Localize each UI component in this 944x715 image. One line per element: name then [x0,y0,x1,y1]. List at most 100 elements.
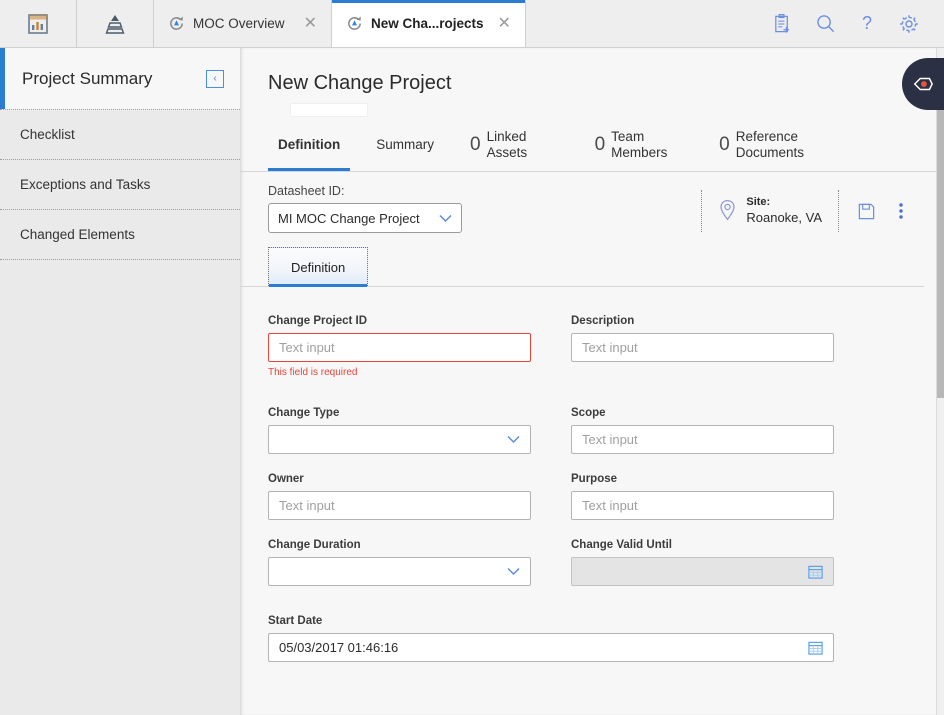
tab-summary[interactable]: Summary [358,119,452,171]
tab-label: MOC Overview [193,16,285,31]
scrollbar-thumb[interactable] [937,68,944,398]
page-title: New Change Project [268,72,452,94]
datasheet-row: Datasheet ID: MI MOC Change Project Site… [240,172,936,233]
field-change-project-id: Change Project ID Text input This field … [268,315,531,378]
tab-definition[interactable]: Definition [260,119,358,171]
tab-label: Summary [376,137,435,153]
field-change-type: Change Type [268,407,531,454]
insight-eye-icon [912,75,934,93]
site-indicator[interactable]: Site: Roanoke, VA [701,190,839,232]
main-tab-strip: Definition Summary 0 Linked Assets 0 Tea… [240,120,936,172]
field-label: Change Duration [268,539,361,551]
field-label: Description [571,315,635,327]
sidebar-item-label: Exceptions and Tasks [20,177,151,192]
scope-input[interactable]: Text input [571,425,834,454]
field-description: Description Text input [571,315,834,378]
field-label: Change Project ID [268,315,368,327]
site-text: Site: Roanoke, VA [746,196,822,226]
sidebar-item-checklist[interactable]: Checklist [0,110,240,160]
tab-team-members[interactable]: 0 Team Members [577,119,702,171]
subtab-label: Definition [291,259,346,275]
field-label: Purpose [571,473,618,485]
field-label: Owner [268,473,304,485]
tab-label: Team Members [611,129,668,160]
tab-bar-filler [525,0,762,47]
sub-tab-strip: Definition [240,233,924,287]
field-owner: Owner Text input [268,473,531,520]
datasheet-right-group: Site: Roanoke, VA [701,189,914,233]
clipboard-add-icon[interactable] [772,13,793,35]
datasheet-select[interactable]: MI MOC Change Project [268,203,462,233]
form-row: Start Date 05/03/2017 01:46:16 [240,615,936,662]
field-change-valid-until: Change Valid Until [571,539,834,586]
save-icon[interactable] [857,202,876,221]
change-project-id-input[interactable]: Text input [268,333,531,362]
sidebar-item-changed-elements[interactable]: Changed Elements [0,210,240,260]
calendar-icon[interactable] [808,640,823,655]
field-start-date: Start Date 05/03/2017 01:46:16 [268,615,834,662]
field-label: Scope [571,407,606,419]
hierarchy-pyramid-icon-button[interactable] [77,0,154,47]
sidebar-header: Project Summary ‹ [0,48,240,110]
vertical-scrollbar[interactable] [936,48,944,715]
purpose-input[interactable]: Text input [571,491,834,520]
field-purpose: Purpose Text input [571,473,834,520]
moc-refresh-icon [346,15,363,32]
site-label: Site: [746,196,771,208]
main-content: New Change Project Definition Summary 0 … [240,48,936,715]
description-input[interactable]: Text input [571,333,834,362]
definition-form: Change Project ID Text input This field … [240,287,936,662]
form-row: Change Type Scope Text input [240,407,936,454]
tab-label: Reference Documents [735,129,805,160]
tab-label: New Cha...rojects [371,16,484,31]
form-row: Change Project ID Text input This field … [240,315,936,378]
field-scope: Scope Text input [571,407,834,454]
gear-icon[interactable] [898,13,920,35]
top-bar-actions: ? [762,0,944,47]
tab-new-change-project[interactable]: New Cha...rojects ✕ [332,0,526,47]
tab-reference-documents[interactable]: 0 Reference Documents [701,119,826,171]
hierarchy-pyramid-icon [102,12,128,36]
datasheet-selected-value: MI MOC Change Project [278,210,420,226]
help-icon[interactable]: ? [858,13,876,34]
chevron-down-icon [507,435,520,444]
tab-count: 0 [719,134,730,155]
close-icon[interactable]: ✕ [498,15,511,32]
map-pin-icon [718,199,737,223]
top-tab-bar: MOC Overview ✕ New Cha...rojects ✕ ? [0,0,944,48]
calendar-icon[interactable] [808,564,823,579]
search-icon[interactable] [815,13,836,34]
site-value: Roanoke, VA [746,209,822,225]
dashboard-icon-button[interactable] [0,0,77,47]
datasheet-selector-group: Datasheet ID: MI MOC Change Project [268,184,462,233]
field-label: Start Date [268,615,323,627]
sidebar-empty-area [0,260,240,715]
field-label: Change Type [268,407,340,419]
change-duration-select[interactable] [268,557,531,586]
tab-label: Definition [278,137,341,153]
sidebar-title: Project Summary [22,68,153,88]
form-spacer [240,605,936,615]
sidebar: Project Summary ‹ Checklist Exceptions a… [0,48,240,715]
form-row: Change Duration Change Valid Until [240,539,936,586]
field-error-message: This field is required [268,367,358,378]
tab-label: Linked Assets [486,129,528,160]
tab-moc-overview[interactable]: MOC Overview ✕ [154,0,332,47]
sidebar-item-label: Changed Elements [20,227,135,242]
sidebar-item-label: Checklist [20,127,75,142]
sidebar-collapse-button[interactable]: ‹ [206,69,224,88]
owner-input[interactable]: Text input [268,491,531,520]
tab-count: 0 [470,134,481,155]
field-label: Change Valid Until [571,539,672,551]
close-icon[interactable]: ✕ [304,15,317,32]
record-actions [839,201,914,221]
tab-linked-assets[interactable]: 0 Linked Assets [452,119,577,171]
dashboard-icon [26,12,50,36]
sidebar-item-exceptions-and-tasks[interactable]: Exceptions and Tasks [0,160,240,210]
field-change-duration: Change Duration [268,539,531,586]
start-date-input[interactable]: 05/03/2017 01:46:16 [268,633,834,662]
subtab-definition[interactable]: Definition [268,247,369,287]
change-valid-until-input[interactable] [571,557,834,586]
change-type-select[interactable] [268,425,531,454]
more-options-icon[interactable] [898,201,904,221]
